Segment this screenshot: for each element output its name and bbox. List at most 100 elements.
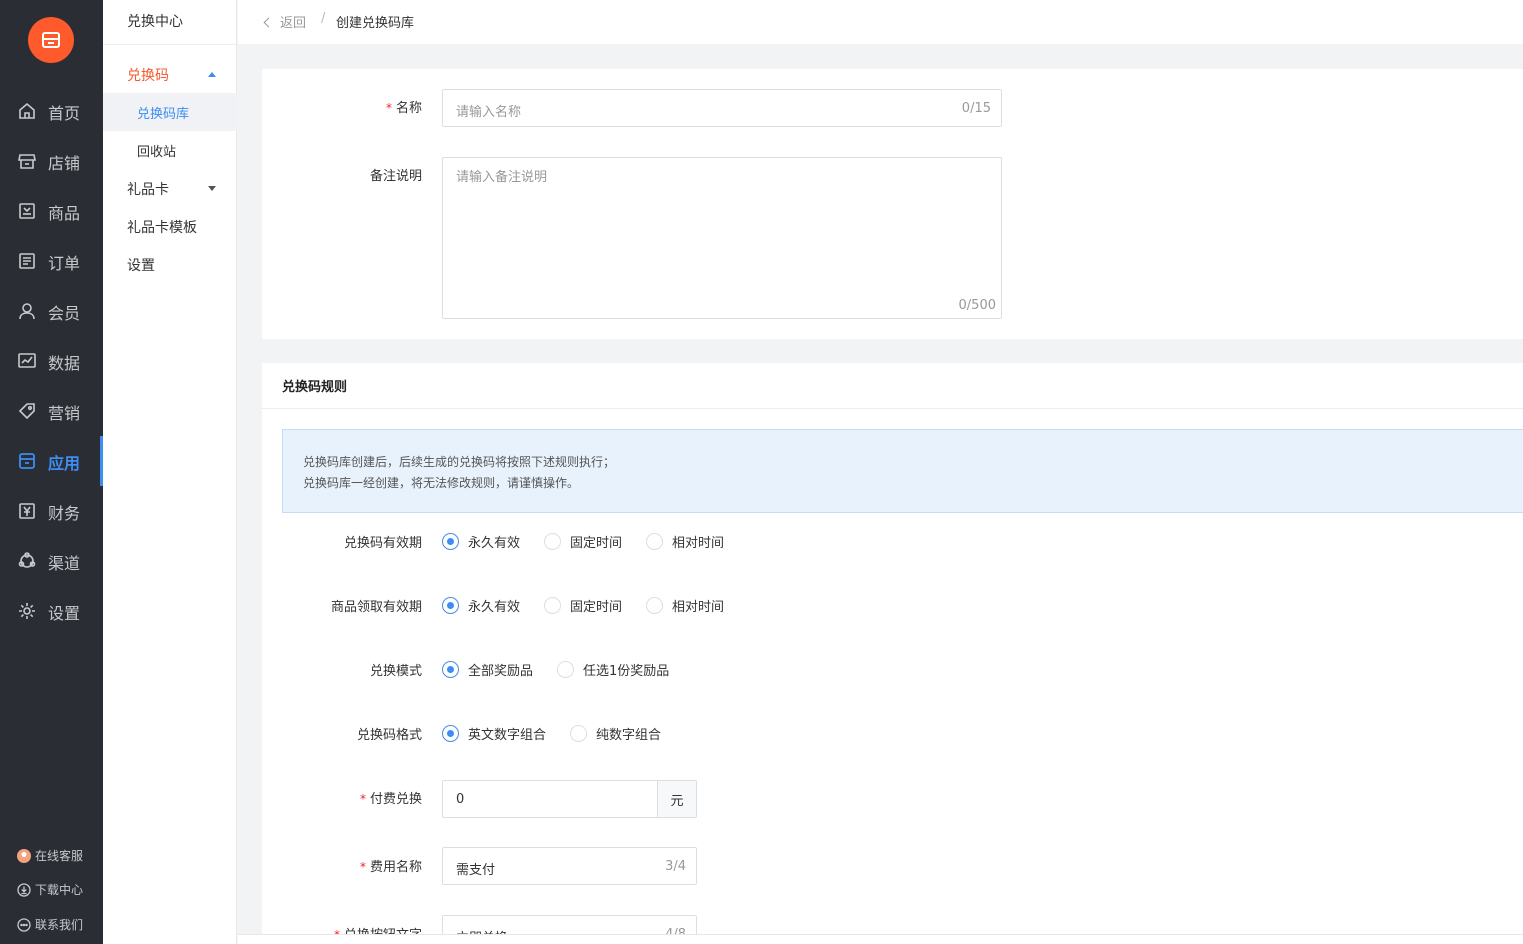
subnav-item-settings[interactable]: 设置 xyxy=(103,245,237,283)
notice-line: 兑换码库一经创建，将无法修改规则，请谨慎操作。 xyxy=(303,476,580,490)
remark-label: 备注说明 xyxy=(369,169,422,184)
claim-option-forever[interactable]: 永久有效 xyxy=(442,596,520,615)
radio-checked[interactable] xyxy=(442,660,459,678)
nav-label: 渠道 xyxy=(48,554,81,573)
radio-checked[interactable] xyxy=(442,596,459,614)
rules-notice: 兑换码库创建后，后续生成的兑换码将按照下述规则执行； 兑换码库一经创建，将无法修… xyxy=(282,429,1523,513)
page-title: 创建兑换码库 xyxy=(336,16,415,31)
radio-checked[interactable] xyxy=(442,532,459,550)
nav-item-channel[interactable]: 渠道 xyxy=(0,536,103,586)
format-option-alphanumeric[interactable]: 英文数字组合 xyxy=(442,724,546,743)
fee-name-input[interactable]: 需支付 3/4 xyxy=(442,847,697,885)
nav-label: 商品 xyxy=(48,204,81,223)
nav-item-marketing[interactable]: 营销 xyxy=(0,386,103,436)
subnav-label: 兑换码 xyxy=(127,68,169,84)
footer-label: 下载中心 xyxy=(35,883,84,897)
tag-icon xyxy=(18,403,35,420)
nav-item-home[interactable]: 首页 xyxy=(0,86,103,136)
format-option-numeric[interactable]: 纯数字组合 xyxy=(570,724,661,743)
mode-label: 兑换模式 xyxy=(369,664,422,679)
radio-label: 相对时间 xyxy=(672,535,725,551)
radio-label: 固定时间 xyxy=(570,535,623,551)
mode-option-pick-one[interactable]: 任选1份奖励品 xyxy=(557,660,669,679)
breadcrumb: 返回 / 创建兑换码库 xyxy=(238,0,1523,44)
nav-item-app[interactable]: 应用 xyxy=(0,436,103,486)
rules-title: 兑换码规则 xyxy=(282,380,348,395)
claim-radio-group: 永久有效 固定时间 相对时间 xyxy=(442,595,748,615)
nav-label: 数据 xyxy=(48,354,81,373)
radio-unchecked[interactable] xyxy=(557,660,575,678)
footer-contact-us[interactable]: 联系我们 xyxy=(17,916,83,933)
validity-option-relative[interactable]: 相对时间 xyxy=(646,532,724,551)
nav-label: 店铺 xyxy=(48,154,81,173)
radio-unchecked[interactable] xyxy=(646,596,664,614)
radio-label: 英文数字组合 xyxy=(468,727,547,743)
format-label: 兑换码格式 xyxy=(356,728,422,743)
validity-option-forever[interactable]: 永久有效 xyxy=(442,532,520,551)
subnav-divider xyxy=(103,44,237,45)
channel-icon xyxy=(18,552,36,568)
remark-char-count: 0/500 xyxy=(958,298,996,313)
nav-item-goods[interactable]: 商品 xyxy=(0,186,103,236)
nav-label: 订单 xyxy=(48,254,81,273)
subnav-label: 设置 xyxy=(127,258,155,274)
radio-unchecked[interactable] xyxy=(544,532,562,550)
app-icon xyxy=(19,453,35,469)
claim-option-relative[interactable]: 相对时间 xyxy=(646,596,724,615)
currency-unit: 元 xyxy=(657,781,696,817)
footer-download-center[interactable]: 下载中心 xyxy=(17,881,83,898)
sub-nav: 兑换中心 兑换码 兑换码库 回收站 礼品卡 礼品卡模板 设置 xyxy=(103,0,237,944)
radio-unchecked[interactable] xyxy=(646,532,664,550)
goods-icon xyxy=(19,203,35,219)
nav-item-finance[interactable]: 财务 xyxy=(0,486,103,536)
rules-card: 兑换码规则 兑换码库创建后，后续生成的兑换码将按照下述规则执行； 兑换码库一经创… xyxy=(262,363,1523,944)
nav-item-order[interactable]: 订单 xyxy=(0,236,103,286)
gear-icon xyxy=(19,603,35,619)
radio-unchecked[interactable] xyxy=(544,596,562,614)
subnav-item-redeem-code[interactable]: 兑换码 xyxy=(103,55,237,93)
subnav-item-recycle-bin[interactable]: 回收站 xyxy=(103,131,237,169)
paid-amount-value: 0 xyxy=(456,792,465,807)
paid-label: * 付费兑换 xyxy=(262,788,422,807)
back-link[interactable]: 返回 xyxy=(263,12,307,31)
radio-label: 纯数字组合 xyxy=(596,727,662,743)
required-mark: * xyxy=(359,792,366,806)
nav-item-data[interactable]: 数据 xyxy=(0,336,103,386)
caret-down-icon xyxy=(208,186,216,191)
remark-placeholder: 请输入备注说明 xyxy=(456,170,548,185)
format-radio-group: 英文数字组合 纯数字组合 xyxy=(442,723,685,743)
radio-label: 永久有效 xyxy=(468,535,521,551)
paid-label-text: 付费兑换 xyxy=(369,792,422,807)
store-logo-icon[interactable] xyxy=(28,17,74,63)
footer-label: 在线客服 xyxy=(35,849,84,863)
mode-option-all[interactable]: 全部奖励品 xyxy=(442,660,533,679)
download-icon xyxy=(17,882,31,897)
remark-textarea[interactable]: 请输入备注说明 0/500 xyxy=(442,157,1002,319)
subnav-label: 礼品卡 xyxy=(127,182,169,198)
footer-online-service[interactable]: 在线客服 xyxy=(17,847,83,864)
claim-option-fixed[interactable]: 固定时间 xyxy=(544,596,622,615)
subnav-item-gift-card[interactable]: 礼品卡 xyxy=(103,169,237,207)
validity-radio-group: 永久有效 固定时间 相对时间 xyxy=(442,531,748,551)
claim-validity-label: 商品领取有效期 xyxy=(330,600,422,615)
home-icon xyxy=(19,102,35,119)
nav-label: 首页 xyxy=(48,104,81,123)
radio-unchecked[interactable] xyxy=(570,724,588,742)
notice-line: 兑换码库创建后，后续生成的兑换码将按照下述规则执行； xyxy=(303,455,616,469)
name-input[interactable]: 请输入名称 0/15 xyxy=(442,89,1002,127)
nav-item-member[interactable]: 会员 xyxy=(0,286,103,336)
nav-label: 营销 xyxy=(48,404,81,423)
caret-up-icon xyxy=(208,72,216,77)
nav-item-store[interactable]: 店铺 xyxy=(0,136,103,186)
subnav-item-code-library[interactable]: 兑换码库 xyxy=(103,93,237,131)
back-label: 返回 xyxy=(280,16,307,31)
subnav-item-gift-card-template[interactable]: 礼品卡模板 xyxy=(103,207,237,245)
order-icon xyxy=(19,253,35,269)
nav-item-settings[interactable]: 设置 xyxy=(0,586,103,636)
validity-option-fixed[interactable]: 固定时间 xyxy=(544,532,622,551)
fee-label-text: 费用名称 xyxy=(369,860,422,875)
paid-amount-input[interactable]: 0 元 xyxy=(442,780,697,818)
nav-label: 设置 xyxy=(48,604,81,623)
radio-checked[interactable] xyxy=(442,724,459,742)
radio-label: 固定时间 xyxy=(570,599,623,615)
